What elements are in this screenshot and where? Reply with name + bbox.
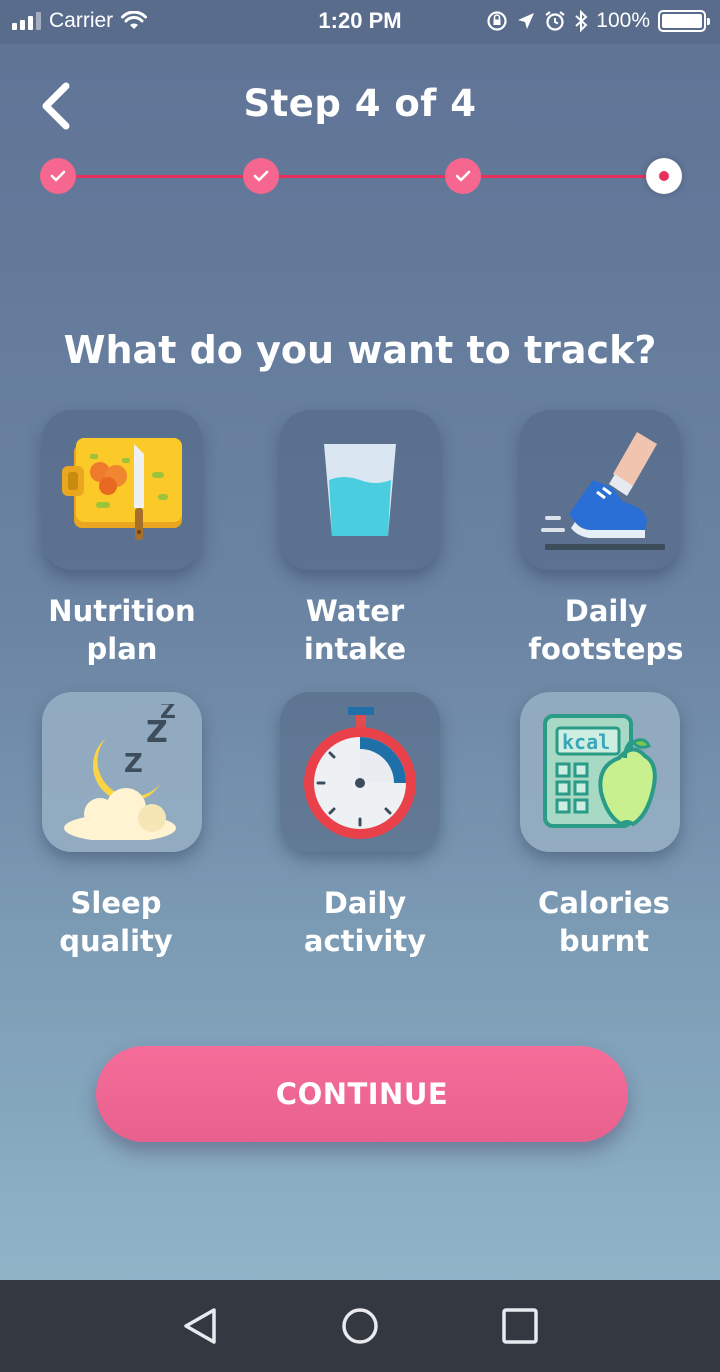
continue-button[interactable]: CONTINUE	[96, 1046, 628, 1142]
bluetooth-icon	[575, 10, 588, 32]
moon-sleep-icon: Z Z Z	[64, 704, 176, 840]
option-daily-footsteps[interactable]	[520, 410, 680, 570]
nav-recents-button[interactable]	[490, 1296, 550, 1356]
running-shoe-icon	[541, 432, 665, 550]
option-label-calories: Calories burnt	[538, 886, 670, 958]
check-icon	[50, 170, 66, 182]
water-glass-icon	[324, 444, 396, 536]
system-nav-bar	[0, 1280, 720, 1372]
stopwatch-icon	[304, 707, 416, 839]
option-label-sleep: Sleep quality	[59, 886, 173, 958]
option-daily-activity[interactable]	[280, 692, 440, 852]
battery-percent: 100%	[596, 9, 650, 32]
step-1-complete	[40, 158, 76, 194]
progress-line	[58, 175, 666, 178]
status-bar: Carrier 1:20 PM 100%	[0, 0, 720, 44]
option-nutrition-plan[interactable]	[42, 410, 202, 570]
kcal-text: kcal	[562, 730, 610, 754]
step-title: Step 4 of 4	[243, 82, 477, 125]
back-triangle-icon	[184, 1308, 216, 1344]
option-water-intake[interactable]	[280, 410, 440, 570]
status-right: 100%	[486, 9, 710, 33]
check-icon	[455, 170, 471, 182]
svg-text:Z: Z	[124, 749, 143, 779]
alarm-icon	[545, 11, 565, 31]
recents-square-icon	[502, 1308, 538, 1344]
option-label-water: Water intake	[303, 594, 407, 666]
orientation-lock-icon	[487, 11, 507, 31]
nav-home-button[interactable]	[330, 1296, 390, 1356]
svg-text:Z: Z	[160, 704, 176, 724]
calculator-apple-icon: kcal	[543, 714, 657, 828]
option-label-nutrition: Nutrition plan	[48, 594, 196, 666]
step-progress	[40, 158, 684, 194]
home-circle-icon	[342, 1308, 378, 1344]
option-label-activity: Daily activity	[303, 886, 427, 958]
question-heading: What do you want to track?	[63, 328, 657, 372]
nav-back-button[interactable]	[170, 1296, 230, 1356]
option-sleep-quality[interactable]: Z Z Z	[42, 692, 202, 852]
check-icon	[253, 170, 269, 182]
step-3-complete	[445, 158, 481, 194]
step-2-complete	[243, 158, 279, 194]
step-4-current	[646, 158, 682, 194]
cutting-board-icon	[62, 438, 182, 540]
option-label-footsteps: Daily footsteps	[528, 594, 684, 666]
current-step-marker	[659, 171, 669, 181]
option-calories-burnt[interactable]: kcal	[520, 692, 680, 852]
battery-icon	[658, 10, 710, 32]
location-icon	[518, 13, 535, 29]
